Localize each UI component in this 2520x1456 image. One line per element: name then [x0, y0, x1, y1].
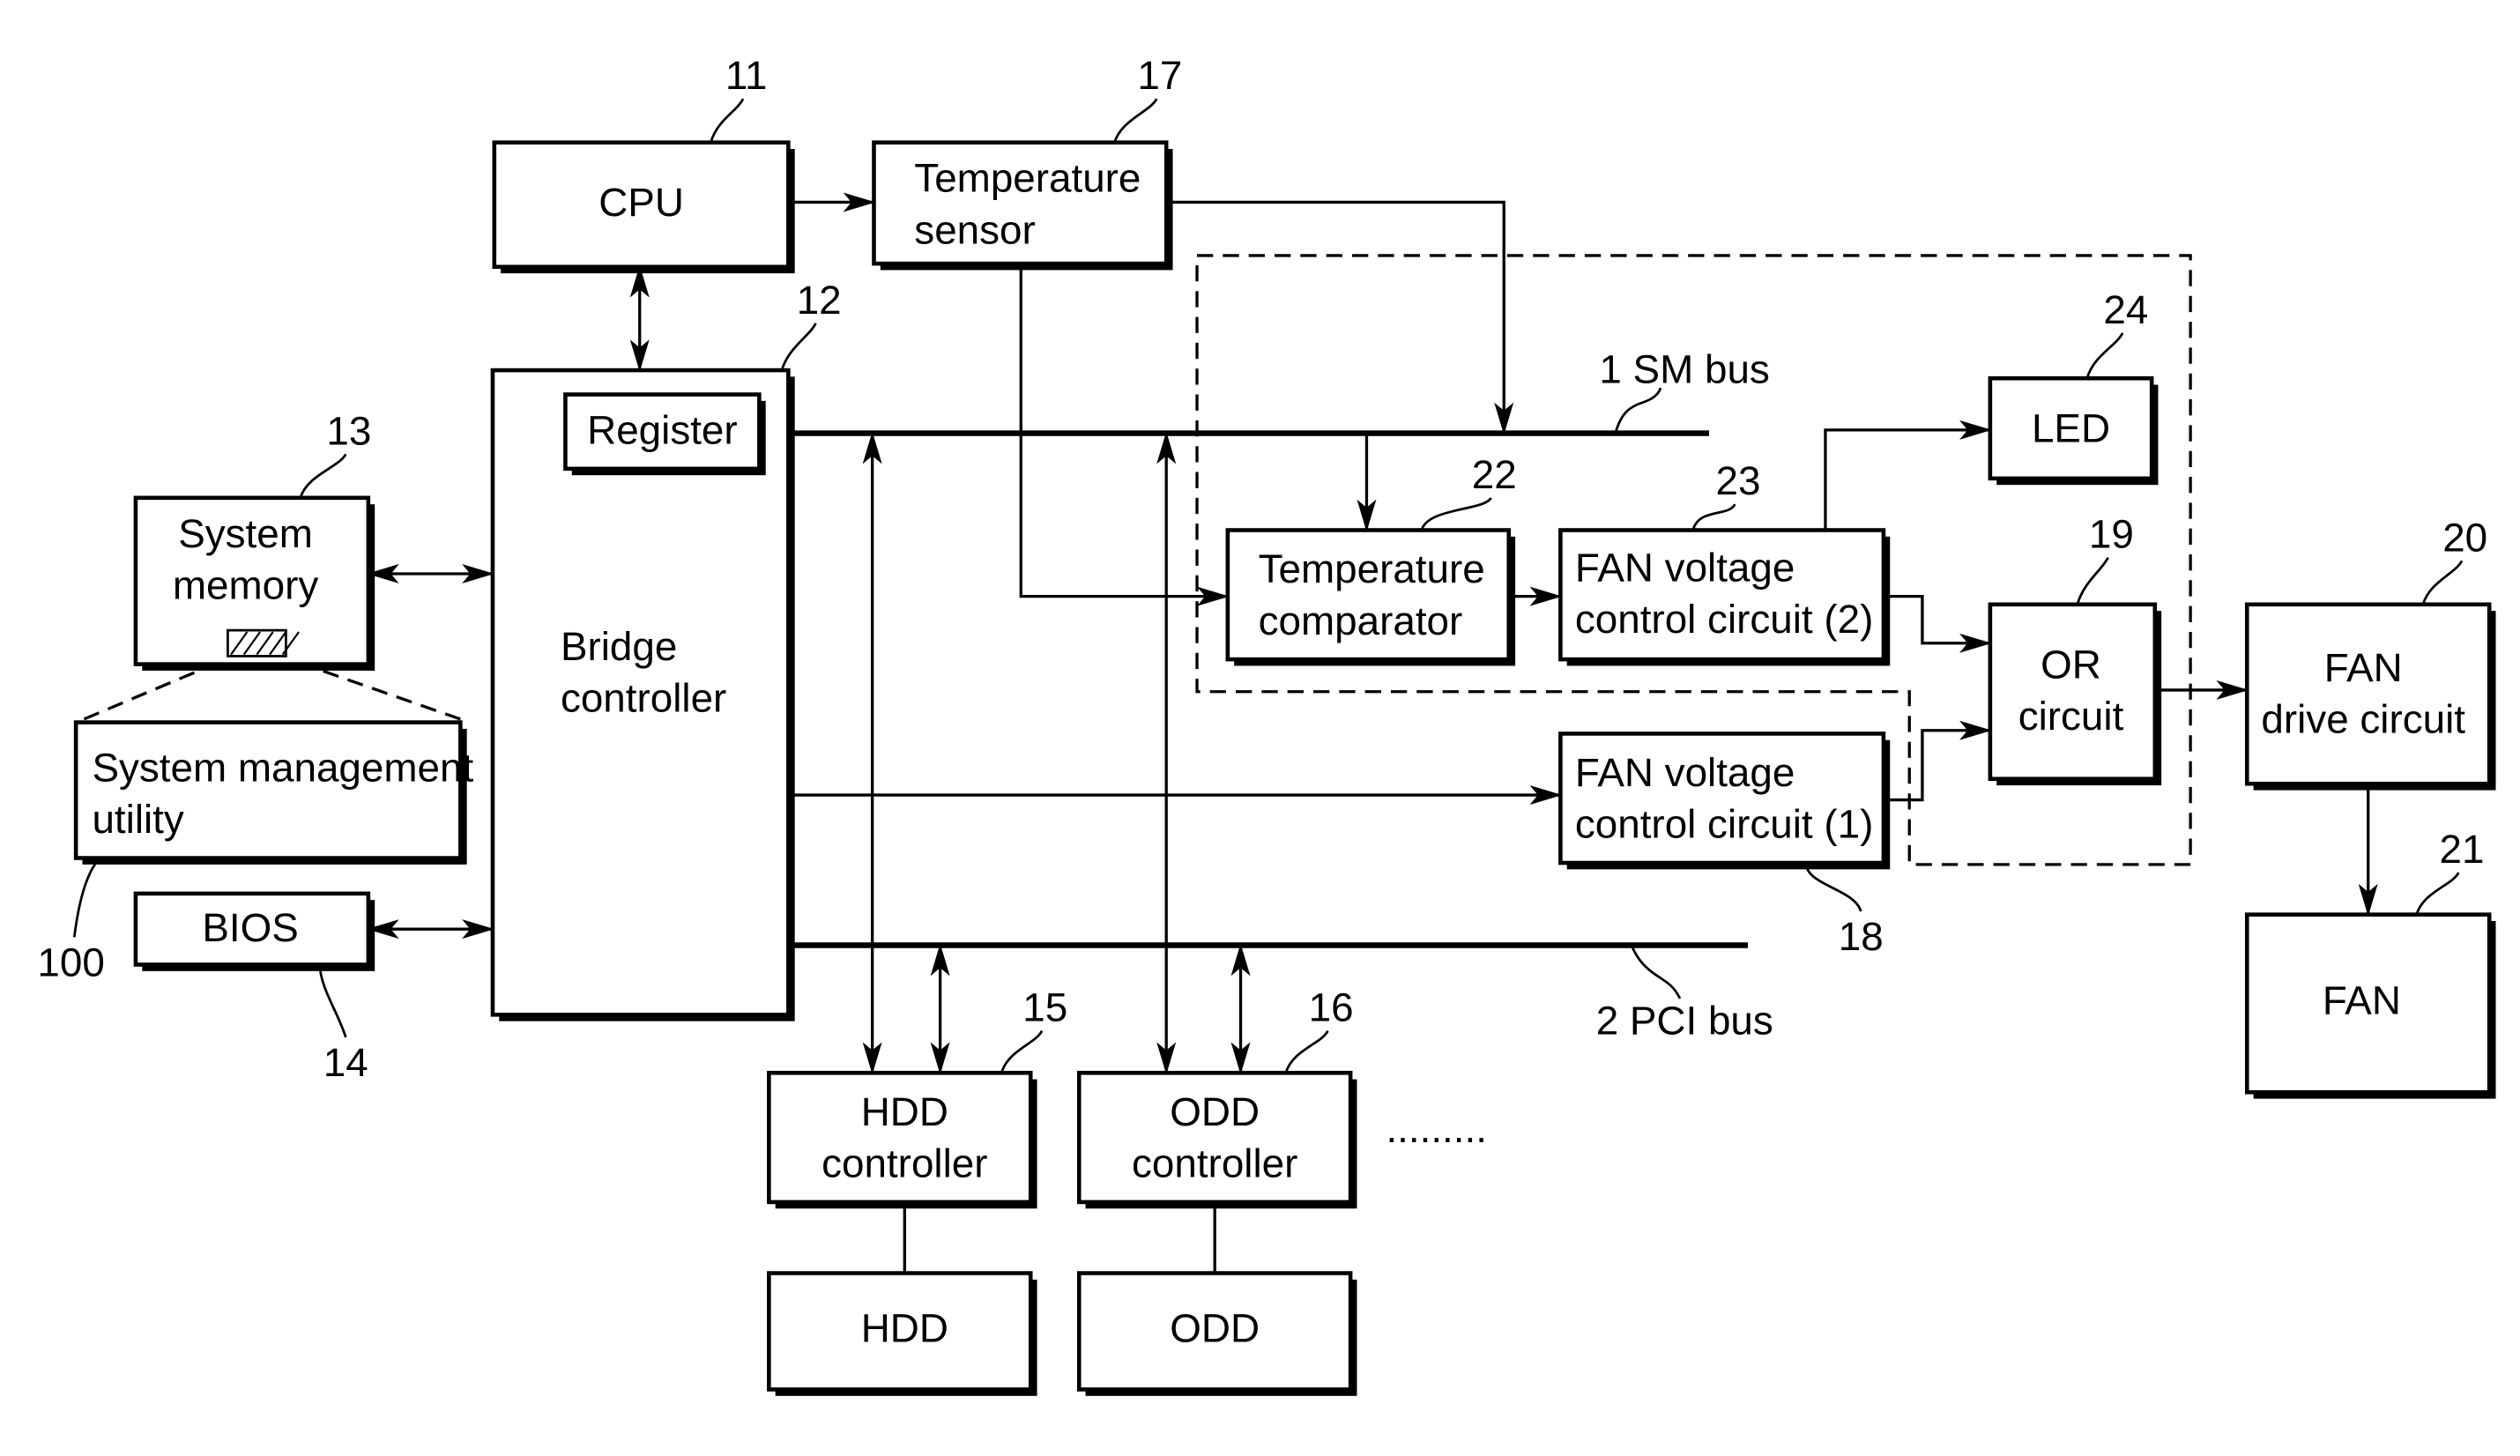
tempcomp-reference-leader: [1420, 496, 1492, 531]
cpu-reference-number: 11: [725, 53, 768, 98]
fanv2-label-line: FAN voltage: [1575, 545, 1795, 590]
or-block: [1988, 602, 2158, 782]
or-label-line: circuit: [2018, 694, 2124, 739]
register-label-line: Register: [587, 408, 738, 453]
smu-reference-number: 100: [37, 940, 104, 984]
sm-bus-leader: [1614, 387, 1662, 434]
fanv1-reference-number: 18: [1839, 914, 1884, 959]
bios-reference-number: 14: [323, 1040, 368, 1085]
led-reference-number: 24: [2103, 287, 2148, 332]
tempsensor-label-line: Temperature: [914, 156, 1141, 201]
pci-bus-leader: [1630, 944, 1682, 999]
tempsensor-reference-number: 17: [1137, 53, 1182, 98]
oddctl-label-line: controller: [1132, 1141, 1297, 1186]
tempcomp-label-line: comparator: [1259, 598, 1463, 643]
fanv2-reference-leader: [1691, 503, 1736, 531]
fanv2-label-line: control circuit (2): [1575, 597, 1873, 642]
register-label: Register: [587, 408, 738, 453]
oddctl-label-line: ODD: [1170, 1089, 1260, 1134]
bridge-reference-leader: [780, 323, 817, 371]
oddctl-reference-number: 16: [1309, 985, 1354, 1030]
fan-label: FAN: [2323, 978, 2401, 1023]
bridge-label-line: controller: [561, 676, 726, 721]
tempcomp-reference-number: 22: [1472, 452, 1517, 497]
hddctl-reference-leader: [1000, 1029, 1044, 1073]
smu-label-line: System management: [92, 746, 473, 791]
fanv2-reference-number: 23: [1716, 458, 1761, 503]
smu-reference-leader: [72, 857, 101, 938]
fandrive-reference-number: 20: [2442, 515, 2487, 560]
fanv1-reference-leader: [1804, 862, 1862, 912]
cpu-label-line: CPU: [598, 180, 684, 225]
callout-line-left: [83, 661, 219, 721]
or-reference-leader: [2076, 556, 2109, 605]
sensor-to-smbus-arrow: [1166, 200, 1514, 435]
fan-reference-number: 21: [2440, 827, 2485, 872]
fandrive-label-line: FAN: [2324, 645, 2403, 690]
smu-label-line: utility: [92, 797, 183, 842]
fanv2-to-or-arrow: [1883, 594, 1992, 653]
odd-label: ODD: [1170, 1306, 1260, 1351]
fanv2-to-led-arrow: [1824, 420, 1992, 531]
bios-reference-leader: [318, 964, 347, 1038]
callout-line-right: [298, 661, 461, 721]
hdd-label-line: HDD: [861, 1306, 948, 1351]
pci-bus-label: 2 PCI bus: [1596, 998, 1773, 1043]
fan-label-line: FAN: [2323, 978, 2401, 1023]
or-reference-number: 19: [2089, 512, 2134, 557]
fandrive-reference-leader: [2421, 560, 2464, 605]
hdd-label: HDD: [861, 1306, 948, 1351]
oddctl-reference-leader: [1284, 1029, 1329, 1073]
tempcomp-label-line: Temperature: [1259, 546, 1485, 591]
sm-bus-label: 1 SM bus: [1599, 347, 1769, 392]
fandrive-block: [2244, 602, 2492, 786]
block-diagram: CPU Temperature sensor Bridge controller Regi…: [37, 53, 2496, 1396]
tempsensor-label-line: sensor: [914, 207, 1035, 252]
hddctl-reference-number: 15: [1022, 985, 1067, 1030]
bridge-label-line: Bridge: [561, 624, 677, 669]
odd-label-line: ODD: [1170, 1306, 1260, 1351]
led-label-line: LED: [2032, 406, 2110, 451]
bios-label: BIOS: [202, 905, 298, 950]
sysmem-reference-number: 13: [326, 408, 371, 453]
led-reference-leader: [2085, 332, 2124, 379]
or-label-line: OR: [2041, 642, 2101, 687]
sysmem-reference-leader: [299, 453, 347, 499]
sysmem-label-line: memory: [173, 563, 318, 608]
cpu-label: CPU: [598, 180, 684, 225]
led-label: LED: [2032, 406, 2110, 451]
cpu-reference-leader: [710, 98, 745, 144]
sysmem-label-line: System: [178, 511, 313, 556]
fan-reference-leader: [2415, 872, 2460, 916]
tempsensor-reference-leader: [1113, 98, 1158, 144]
fanv1-label-line: control circuit (1): [1575, 802, 1873, 847]
fanv1-to-or-arrow: [1883, 720, 1992, 802]
hddctl-label-line: HDD: [861, 1089, 948, 1134]
ellipsis-more-devices: .........: [1386, 1106, 1487, 1151]
hddctl-label-line: controller: [821, 1141, 987, 1186]
bridge-reference-number: 12: [797, 278, 842, 323]
fandrive-label-line: drive circuit: [2261, 697, 2465, 742]
bios-label-line: BIOS: [202, 905, 298, 950]
fanv1-label-line: FAN voltage: [1575, 750, 1795, 795]
